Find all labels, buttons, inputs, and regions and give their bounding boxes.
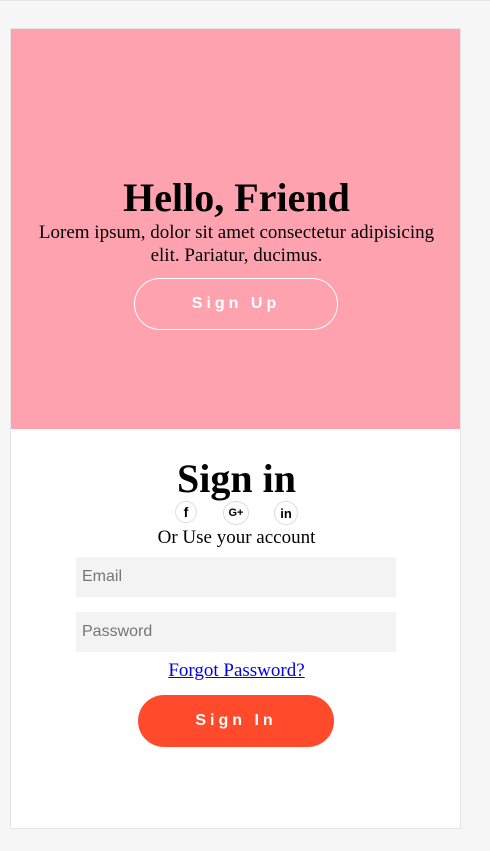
forgot-password-link[interactable]: Forgot Password? bbox=[11, 660, 460, 682]
google-plus-icon[interactable]: G+ bbox=[223, 501, 249, 525]
sign-in-button[interactable]: Sign In bbox=[138, 695, 334, 747]
welcome-overlay-panel: Hello, Friend Lorem ipsum, dolor sit ame… bbox=[11, 29, 460, 429]
social-login-group: f G+ in bbox=[11, 501, 460, 525]
overlay-description: Lorem ipsum, dolor sit amet consectetur … bbox=[38, 222, 435, 266]
password-field[interactable] bbox=[76, 612, 396, 652]
sign-in-form: Sign in f G+ in Or Use your account Forg… bbox=[11, 429, 460, 828]
linkedin-icon[interactable]: in bbox=[274, 501, 298, 525]
email-field[interactable] bbox=[76, 557, 396, 597]
sign-in-title: Sign in bbox=[177, 456, 296, 501]
facebook-icon[interactable]: f bbox=[175, 501, 197, 523]
overlay-title: Hello, Friend bbox=[123, 175, 350, 220]
use-account-text: Or Use your account bbox=[157, 527, 316, 548]
sign-up-button[interactable]: Sign Up bbox=[134, 278, 338, 330]
auth-card: Hello, Friend Lorem ipsum, dolor sit ame… bbox=[10, 28, 461, 829]
top-divider bbox=[0, 0, 490, 1]
